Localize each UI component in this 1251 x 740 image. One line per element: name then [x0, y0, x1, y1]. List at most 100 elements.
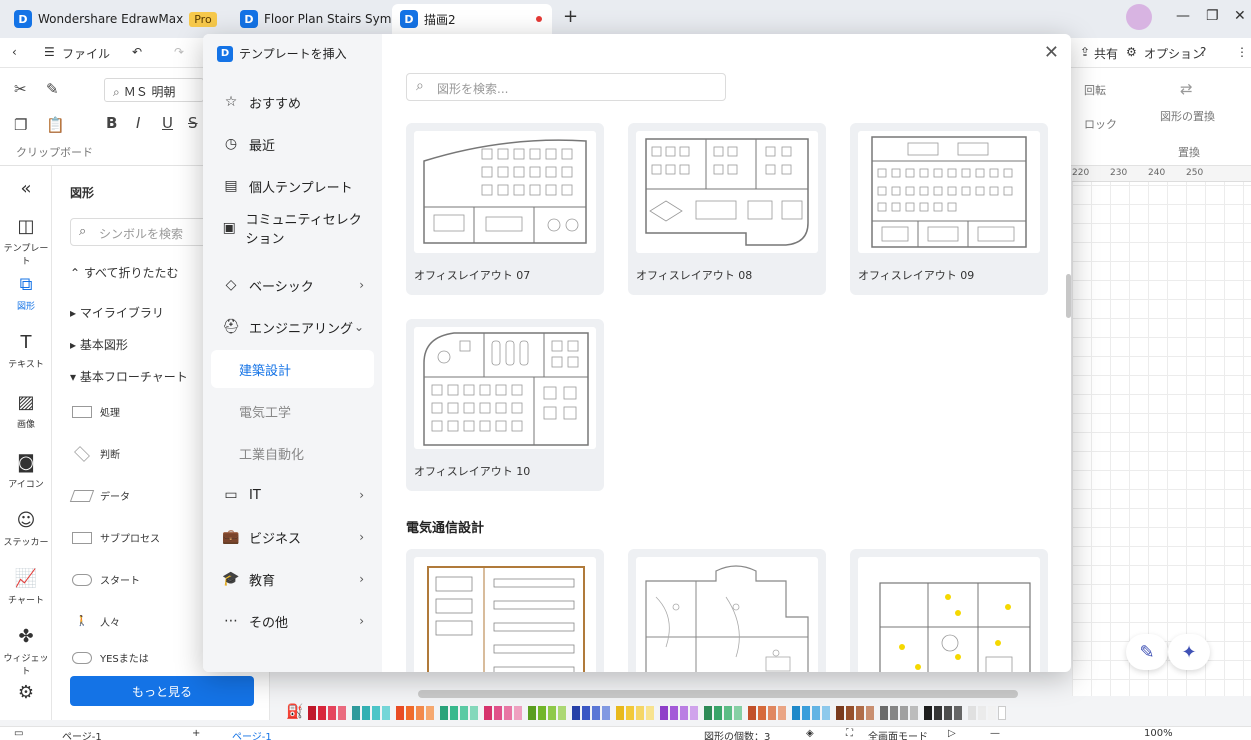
- color-swatch[interactable]: [592, 706, 600, 720]
- color-swatch[interactable]: [440, 706, 448, 720]
- doc-tab-floor-plan[interactable]: D Floor Plan Stairs Sym...: [240, 4, 403, 34]
- color-swatch[interactable]: [846, 706, 854, 720]
- nav-recent[interactable]: ◷ 最近: [211, 125, 374, 163]
- collapse-rail-icon[interactable]: «: [0, 178, 52, 203]
- file-menu[interactable]: ファイル: [62, 45, 110, 62]
- color-swatch[interactable]: [836, 706, 844, 720]
- dialog-scrollbar[interactable]: [1066, 274, 1071, 318]
- rail-shapes[interactable]: ⧉ 図形: [0, 274, 52, 312]
- share-button[interactable]: 共有: [1094, 45, 1118, 62]
- color-swatch[interactable]: [504, 706, 512, 720]
- font-family-select[interactable]: ⌕ ＭＳ 明朝: [104, 78, 204, 102]
- nav-other[interactable]: ⋯ その他 ›: [211, 602, 374, 640]
- rail-icon[interactable]: ◙ アイコン: [0, 452, 52, 490]
- avatar[interactable]: [1126, 4, 1152, 30]
- color-swatch[interactable]: [426, 706, 434, 720]
- color-swatch[interactable]: [328, 706, 336, 720]
- fullscreen-icon[interactable]: ⛶: [846, 728, 853, 739]
- rail-widget[interactable]: ✤ ウィジェット: [0, 626, 52, 677]
- lock-button[interactable]: ロック: [1084, 116, 1117, 132]
- nav-education[interactable]: 🎓 教育 ›: [211, 560, 374, 598]
- menu-icon[interactable]: ☰: [44, 45, 55, 59]
- redo-icon[interactable]: ↷: [174, 45, 184, 59]
- nav-business[interactable]: 💼 ビジネス ›: [211, 518, 374, 556]
- color-swatch[interactable]: [748, 706, 756, 720]
- color-swatch[interactable]: [768, 706, 776, 720]
- back-icon[interactable]: ‹: [12, 45, 17, 59]
- template-card[interactable]: オフィスレイアウト 08: [628, 123, 826, 295]
- restore-icon[interactable]: ❐: [1206, 8, 1219, 24]
- color-swatch[interactable]: [318, 706, 326, 720]
- template-card[interactable]: [850, 549, 1048, 672]
- color-swatch[interactable]: [538, 706, 546, 720]
- zoom-level[interactable]: 100%: [1144, 728, 1173, 739]
- color-swatch[interactable]: [968, 706, 976, 720]
- shape-data[interactable]: データ: [69, 488, 130, 503]
- rail-text[interactable]: T テキスト: [0, 332, 52, 370]
- undo-icon[interactable]: ↶: [132, 45, 142, 59]
- color-swatch[interactable]: [484, 706, 492, 720]
- color-swatch[interactable]: [382, 706, 390, 720]
- color-swatch[interactable]: [978, 706, 986, 720]
- bold-button[interactable]: B: [106, 114, 117, 132]
- underline-button[interactable]: U: [162, 114, 173, 132]
- color-swatch[interactable]: [460, 706, 468, 720]
- nav-electrical[interactable]: 電気工学: [211, 392, 374, 430]
- color-swatch[interactable]: [616, 706, 624, 720]
- template-card[interactable]: [406, 549, 604, 672]
- shape-process[interactable]: 処理: [72, 404, 120, 419]
- ai-edit-icon[interactable]: ✎: [1126, 634, 1168, 670]
- color-swatch[interactable]: [856, 706, 864, 720]
- color-swatch[interactable]: [308, 706, 316, 720]
- color-swatch[interactable]: [778, 706, 786, 720]
- color-swatch[interactable]: [910, 706, 918, 720]
- layers-icon[interactable]: ◈: [806, 728, 814, 739]
- italic-button[interactable]: I: [136, 114, 140, 132]
- strikethrough-button[interactable]: S: [188, 114, 198, 132]
- color-swatch[interactable]: [954, 706, 962, 720]
- color-swatch[interactable]: [714, 706, 722, 720]
- nav-engineering[interactable]: ⛑ エンジニアリング ⌄: [211, 308, 374, 346]
- nav-architecture[interactable]: 建築設計: [211, 350, 374, 388]
- color-swatch[interactable]: [548, 706, 556, 720]
- copy-icon[interactable]: ❐: [14, 116, 27, 134]
- color-swatch[interactable]: [602, 706, 610, 720]
- close-window-icon[interactable]: ✕: [1234, 8, 1246, 24]
- zoom-out-icon[interactable]: —: [990, 728, 1000, 739]
- collapse-all-button[interactable]: ⌃ すべて折りたたむ: [70, 264, 179, 281]
- color-swatch[interactable]: [396, 706, 404, 720]
- color-swatch[interactable]: [812, 706, 820, 720]
- template-card[interactable]: オフィスレイアウト 07: [406, 123, 604, 295]
- color-swatch[interactable]: [680, 706, 688, 720]
- shape-yes-or[interactable]: YESまたは: [72, 650, 149, 665]
- doc-tab-drawing2[interactable]: D 描画2: [392, 4, 552, 34]
- color-swatch[interactable]: [802, 706, 810, 720]
- nav-it[interactable]: ▭ IT ›: [211, 476, 374, 514]
- template-card[interactable]: [628, 549, 826, 672]
- nav-industrial-automation[interactable]: 工業自動化: [211, 434, 374, 472]
- color-swatch[interactable]: [998, 706, 1006, 720]
- shape-start[interactable]: スタート: [72, 572, 140, 587]
- color-swatch[interactable]: [450, 706, 458, 720]
- color-swatch[interactable]: [792, 706, 800, 720]
- more-icon[interactable]: ⋮: [1236, 45, 1248, 59]
- canvas[interactable]: [1072, 166, 1251, 696]
- color-swatch[interactable]: [582, 706, 590, 720]
- color-swatch[interactable]: [924, 706, 932, 720]
- nav-recommended[interactable]: ☆ おすすめ: [211, 83, 374, 121]
- color-swatch[interactable]: [734, 706, 742, 720]
- help-icon[interactable]: ?: [1200, 45, 1206, 59]
- minimize-icon[interactable]: —: [1176, 8, 1190, 24]
- template-search-input[interactable]: ⌕ 図形を検索...: [406, 73, 726, 101]
- color-swatch[interactable]: [758, 706, 766, 720]
- color-swatch[interactable]: [636, 706, 644, 720]
- color-swatch[interactable]: [670, 706, 678, 720]
- options-button[interactable]: オプション: [1144, 45, 1204, 62]
- color-swatch[interactable]: [558, 706, 566, 720]
- page-tab-active[interactable]: ページ-1: [232, 728, 272, 740]
- fullscreen-button[interactable]: 全画面モード: [868, 728, 928, 740]
- color-swatch[interactable]: [416, 706, 424, 720]
- color-swatch[interactable]: [660, 706, 668, 720]
- color-swatch[interactable]: [890, 706, 898, 720]
- add-page-icon[interactable]: +: [192, 728, 200, 739]
